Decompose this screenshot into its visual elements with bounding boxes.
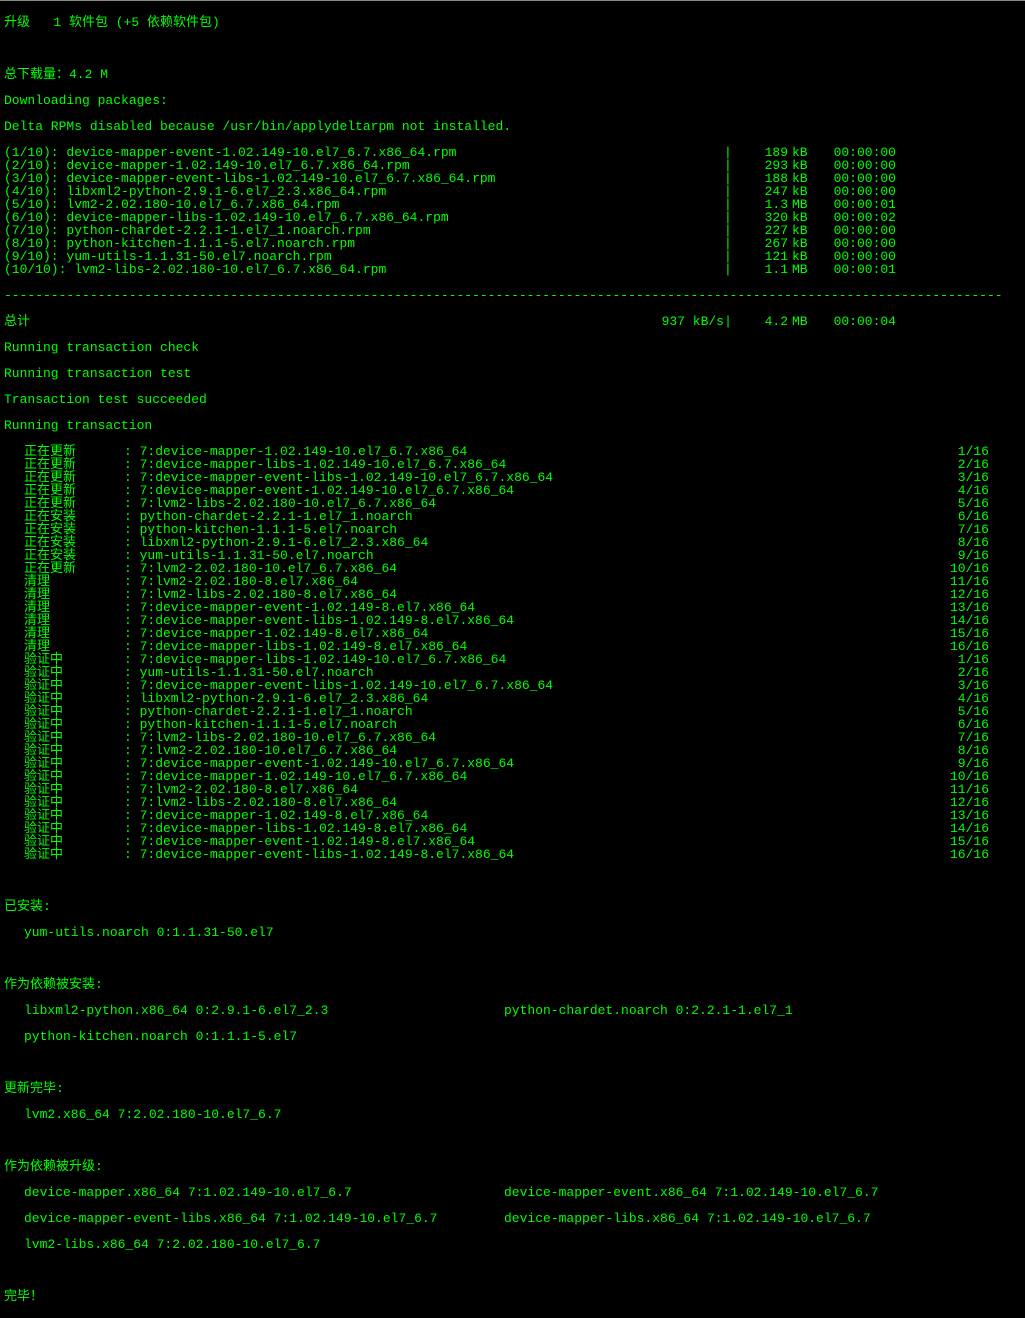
installed-header: 已安装: xyxy=(4,900,1021,913)
step-label: 验证中 xyxy=(4,705,124,718)
step-label: 正在更新 xyxy=(4,562,124,575)
step-label: 验证中 xyxy=(4,809,124,822)
deps-upgraded-row: device-mapper.x86_64 7:1.02.149-10.el7_6… xyxy=(4,1186,1021,1199)
deps-installed-row: libxml2-python.x86_64 0:2.9.1-6.el7_2.3 … xyxy=(4,1004,1021,1017)
step-label: 验证中 xyxy=(4,718,124,731)
step-label: 验证中 xyxy=(4,796,124,809)
step-label: 验证中 xyxy=(4,692,124,705)
step-label: 验证中 xyxy=(4,679,124,692)
blank-line xyxy=(4,1134,1021,1147)
dep-upg-pkg: device-mapper-event.x86_64 7:1.02.149-10… xyxy=(504,1186,878,1199)
running-transaction: Running transaction xyxy=(4,419,1021,432)
deps-upgraded-row: device-mapper-event-libs.x86_64 7:1.02.1… xyxy=(4,1212,1021,1225)
blank-line xyxy=(4,42,1021,55)
download-time: 00:00:01 xyxy=(816,263,896,276)
blank-line xyxy=(4,874,1021,887)
download-size: 1.1 xyxy=(732,263,792,276)
running-check: Running transaction check xyxy=(4,341,1021,354)
step-label: 清理 xyxy=(4,640,124,653)
step-index: 16/16 xyxy=(950,848,1021,861)
total-row: 总计 937 kB/s | 4.2 MB 00:00:04 xyxy=(4,315,1021,328)
total-unit: MB xyxy=(792,315,816,328)
step-label: 清理 xyxy=(4,588,124,601)
step-label: 清理 xyxy=(4,601,124,614)
dep-pkg: libxml2-python.x86_64 0:2.9.1-6.el7_2.3 xyxy=(4,1004,504,1017)
terminal-output[interactable]: 升级 1 软件包 (+5 依赖软件包) 总下载量：4.2 M Downloadi… xyxy=(0,0,1025,1318)
step-label: 清理 xyxy=(4,614,124,627)
download-pkg: (10/10): lvm2-libs-2.02.180-10.el7_6.7.x… xyxy=(4,263,724,276)
step-label: 验证中 xyxy=(4,731,124,744)
upgrade-summary: 升级 1 软件包 (+5 依赖软件包) xyxy=(4,16,1021,29)
pipe-icon: | xyxy=(724,263,732,276)
running-test: Running transaction test xyxy=(4,367,1021,380)
complete: 完毕！ xyxy=(4,1290,1021,1303)
dep-upg-pkg: device-mapper-event-libs.x86_64 7:1.02.1… xyxy=(4,1212,504,1225)
download-row: (10/10): lvm2-libs-2.02.180-10.el7_6.7.x… xyxy=(4,263,1021,276)
updated-pkg: lvm2.x86_64 7:2.02.180-10.el7_6.7 xyxy=(4,1108,1021,1121)
test-succeeded: Transaction test succeeded xyxy=(4,393,1021,406)
transaction-step: 验证中: 7:device-mapper-event-libs-1.02.149… xyxy=(4,848,1021,861)
total-label: 总计 xyxy=(4,315,644,328)
blank-line xyxy=(4,1056,1021,1069)
step-label: 验证中 xyxy=(4,666,124,679)
step-label: 清理 xyxy=(4,575,124,588)
dep-pkg: python-chardet.noarch 0:2.2.1-1.el7_1 xyxy=(504,1004,793,1017)
step-label: 清理 xyxy=(4,627,124,640)
step-label: 验证中 xyxy=(4,822,124,835)
step-label: 验证中 xyxy=(4,770,124,783)
deps-upgraded-header: 作为依赖被升级: xyxy=(4,1160,1021,1173)
pipe-icon: | xyxy=(724,315,732,328)
total-time: 00:00:04 xyxy=(816,315,896,328)
download-unit: MB xyxy=(792,263,816,276)
step-label: 验证中 xyxy=(4,848,124,861)
updated-header: 更新完毕: xyxy=(4,1082,1021,1095)
installed-pkg: yum-utils.noarch 0:1.1.31-50.el7 xyxy=(4,926,1021,939)
downloading-packages: Downloading packages: xyxy=(4,94,1021,107)
step-label: 验证中 xyxy=(4,757,124,770)
blank-line xyxy=(4,1264,1021,1277)
total-download: 总下载量：4.2 M xyxy=(4,68,1021,81)
step-label: 验证中 xyxy=(4,653,124,666)
divider: ----------------------------------------… xyxy=(4,289,1021,302)
dep-upg-pkg: lvm2-libs.x86_64 7:2.02.180-10.el7_6.7 xyxy=(4,1238,1021,1251)
step-pkg: : 7:device-mapper-event-libs-1.02.149-8.… xyxy=(124,848,514,861)
step-label: 验证中 xyxy=(4,744,124,757)
delta-rpm-disabled: Delta RPMs disabled because /usr/bin/app… xyxy=(4,120,1021,133)
total-speed: 937 kB/s xyxy=(644,315,724,328)
blank-line xyxy=(4,952,1021,965)
step-label: 验证中 xyxy=(4,835,124,848)
step-label: 验证中 xyxy=(4,783,124,796)
dep-upg-pkg: device-mapper.x86_64 7:1.02.149-10.el7_6… xyxy=(4,1186,504,1199)
dep-pkg: python-kitchen.noarch 0:1.1.1-5.el7 xyxy=(4,1030,1021,1043)
total-size: 4.2 xyxy=(732,315,792,328)
deps-installed-header: 作为依赖被安装: xyxy=(4,978,1021,991)
dep-upg-pkg: device-mapper-libs.x86_64 7:1.02.149-10.… xyxy=(504,1212,871,1225)
